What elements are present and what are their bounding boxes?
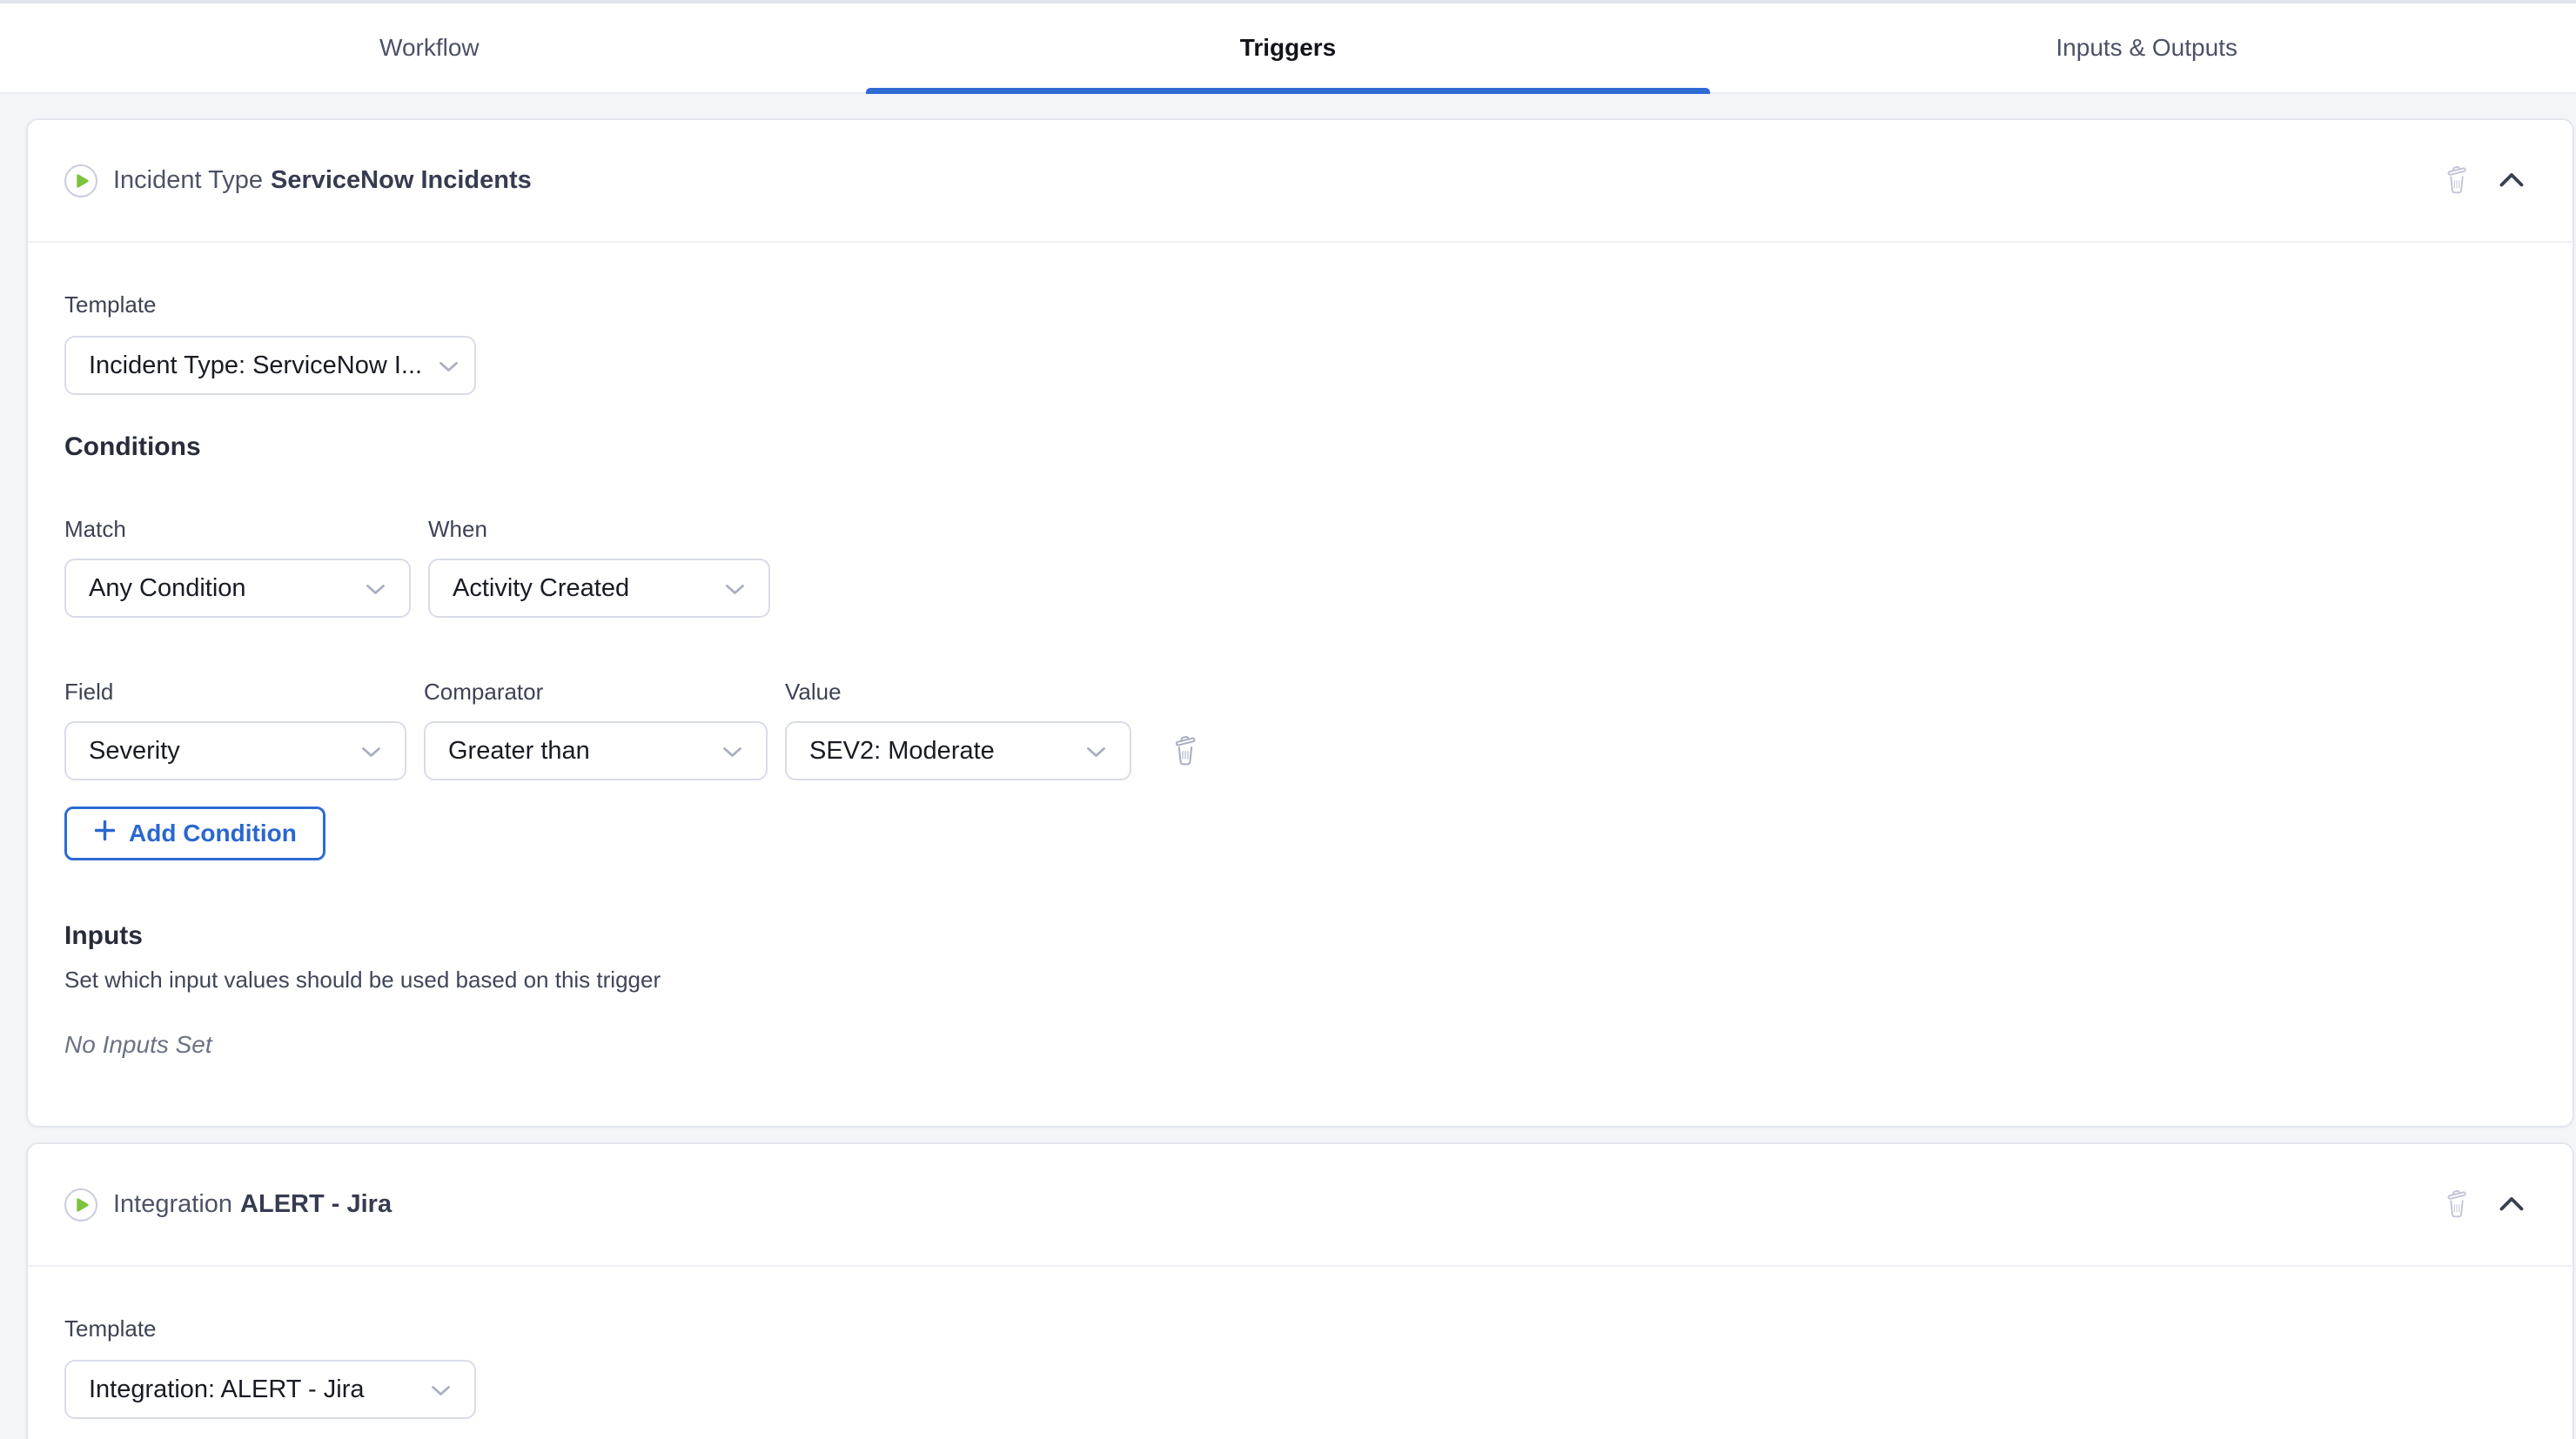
play-icon: [64, 164, 97, 197]
inputs-description: Set which input values should be used ba…: [64, 967, 2536, 993]
template-select-value: Integration: ALERT - Jira: [89, 1375, 364, 1404]
condition-row: Severity Greater than SEV2: Moderate: [64, 721, 2536, 780]
match-when-labels: Match When: [64, 516, 2536, 542]
chevron-down-icon: [365, 574, 386, 603]
header-actions: [2444, 163, 2526, 198]
template-select[interactable]: Integration: ALERT - Jira: [64, 1360, 476, 1419]
comparator-label: Comparator: [424, 679, 768, 705]
delete-trigger-button[interactable]: [2444, 1187, 2470, 1222]
trigger-name: ServiceNow Incidents: [271, 166, 532, 194]
chevron-up-icon: [2498, 1195, 2526, 1215]
inputs-empty-text: No Inputs Set: [64, 1031, 2536, 1059]
value-label: Value: [785, 679, 842, 705]
chevron-down-icon: [1085, 737, 1107, 766]
conditions-heading: Conditions: [64, 432, 2536, 462]
trigger-kind: Integration: [113, 1190, 232, 1218]
delete-condition-button[interactable]: [1171, 733, 1199, 770]
trigger-card-body: Template Incident Type: ServiceNow I... …: [28, 243, 2573, 1059]
match-select[interactable]: Any Condition: [64, 559, 411, 618]
trigger-card-incident-type: Incident Type ServiceNow Incidents: [26, 118, 2574, 1128]
trigger-card-body: Template Integration: ALERT - Jira: [28, 1267, 2573, 1419]
plus-icon: [93, 819, 117, 848]
chevron-down-icon: [360, 737, 382, 766]
field-label: Field: [64, 679, 406, 705]
trigger-title: Incident Type ServiceNow Incidents: [113, 166, 532, 195]
tab-inputs-outputs[interactable]: Inputs & Outputs: [1717, 3, 2576, 92]
tab-triggers-label: Triggers: [1240, 34, 1336, 62]
comparator-select[interactable]: Greater than: [424, 721, 768, 780]
collapse-trigger-button[interactable]: [2498, 1195, 2526, 1215]
tab-inputs-outputs-label: Inputs & Outputs: [2056, 34, 2237, 62]
trash-icon: [1171, 733, 1199, 770]
condition-row-labels: Field Comparator Value: [64, 679, 2536, 705]
template-label: Template: [64, 1315, 2536, 1342]
trigger-card-header: Incident Type ServiceNow Incidents: [28, 120, 2573, 243]
delete-trigger-button[interactable]: [2444, 163, 2470, 198]
when-label: When: [428, 516, 770, 542]
template-select[interactable]: Incident Type: ServiceNow I...: [64, 336, 476, 395]
trash-icon: [2444, 163, 2470, 198]
chevron-down-icon: [721, 737, 743, 766]
trigger-title: Integration ALERT - Jira: [113, 1190, 392, 1219]
tab-bar: Workflow Triggers Inputs & Outputs: [0, 0, 2576, 94]
trigger-card-integration: Integration ALERT - Jira: [26, 1142, 2574, 1439]
match-select-value: Any Condition: [89, 574, 246, 603]
trash-icon: [2444, 1187, 2470, 1222]
template-select-value: Incident Type: ServiceNow I...: [89, 351, 422, 380]
value-select[interactable]: SEV2: Moderate: [785, 721, 1131, 780]
tab-workflow-label: Workflow: [379, 34, 480, 62]
trigger-kind: Incident Type: [113, 166, 263, 194]
inputs-heading: Inputs: [64, 921, 2536, 951]
collapse-trigger-button[interactable]: [2498, 171, 2526, 191]
triggers-page: Workflow Triggers Inputs & Outputs Incid…: [0, 0, 2576, 1439]
trigger-card-header: Integration ALERT - Jira: [28, 1144, 2573, 1267]
match-when-row: Any Condition Activity Created: [64, 559, 2536, 618]
chevron-down-icon: [430, 1375, 452, 1404]
match-label: Match: [64, 516, 411, 542]
chevron-down-icon: [724, 574, 746, 603]
chevron-up-icon: [2498, 171, 2526, 191]
add-condition-label: Add Condition: [129, 820, 297, 847]
header-actions: [2444, 1187, 2526, 1222]
value-select-value: SEV2: Moderate: [809, 737, 995, 766]
trigger-name: ALERT - Jira: [240, 1190, 392, 1218]
tab-workflow[interactable]: Workflow: [0, 3, 859, 92]
when-select[interactable]: Activity Created: [428, 559, 770, 618]
field-select-value: Severity: [89, 737, 180, 766]
comparator-select-value: Greater than: [448, 737, 590, 766]
add-condition-button[interactable]: Add Condition: [64, 807, 325, 860]
template-label: Template: [64, 291, 2536, 318]
play-icon: [64, 1188, 97, 1221]
field-select[interactable]: Severity: [64, 721, 406, 780]
tab-triggers[interactable]: Triggers: [859, 3, 1718, 92]
when-select-value: Activity Created: [453, 574, 629, 603]
chevron-down-icon: [438, 351, 460, 380]
